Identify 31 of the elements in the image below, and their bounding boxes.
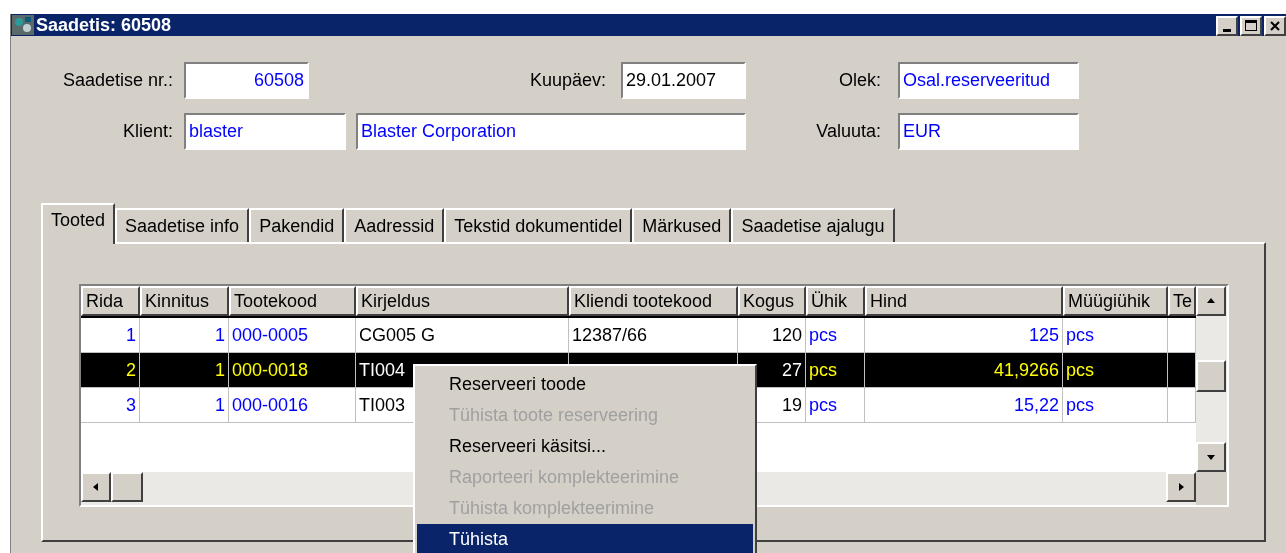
table-cell-text: pcs <box>809 358 837 382</box>
table-cell-text: 000-0016 <box>232 393 309 417</box>
table-cell-text: pcs <box>1066 393 1094 417</box>
table-cell-text: 000-0005 <box>232 323 309 347</box>
table-cell-text: 1 <box>126 323 136 347</box>
table-cell-text: 41,9266 <box>993 358 1059 382</box>
table-cell-text: 2 <box>126 358 136 382</box>
table-cell-text: 15,22 <box>1013 393 1059 417</box>
table-cell-text: 1 <box>215 358 225 382</box>
table-cell-text: 125 <box>1028 323 1059 347</box>
table-cell-text: 120 <box>771 323 802 347</box>
field-label: Klient: <box>121 120 173 143</box>
table-cell-text: 3 <box>126 393 136 417</box>
window-title: Saadetis: 60508 <box>36 13 172 37</box>
table-cell-text: 1 <box>215 393 225 417</box>
table-cell-text: TI004 <box>359 358 406 382</box>
table-cell-text: pcs <box>809 323 837 347</box>
table-cell-text: 12387/66 <box>572 323 648 347</box>
field-label: Olek: <box>838 69 881 92</box>
field-label: Saadetise nr.: <box>61 69 173 92</box>
field-label: Kuupäev: <box>528 69 606 92</box>
table-cell-text: 27 <box>781 358 802 382</box>
table-cell-text: TI003 <box>359 393 406 417</box>
table-cell-text: 000-0018 <box>232 358 309 382</box>
table-cell-text: pcs <box>1066 323 1094 347</box>
field-label: Valuuta: <box>815 120 881 143</box>
table-cell-text: 1 <box>215 323 225 347</box>
table-cell-text: 19 <box>781 393 802 417</box>
table-cell-text: pcs <box>809 393 837 417</box>
table-cell-text: CG005 G <box>359 323 436 347</box>
table-cell-text: pcs <box>1066 358 1094 382</box>
